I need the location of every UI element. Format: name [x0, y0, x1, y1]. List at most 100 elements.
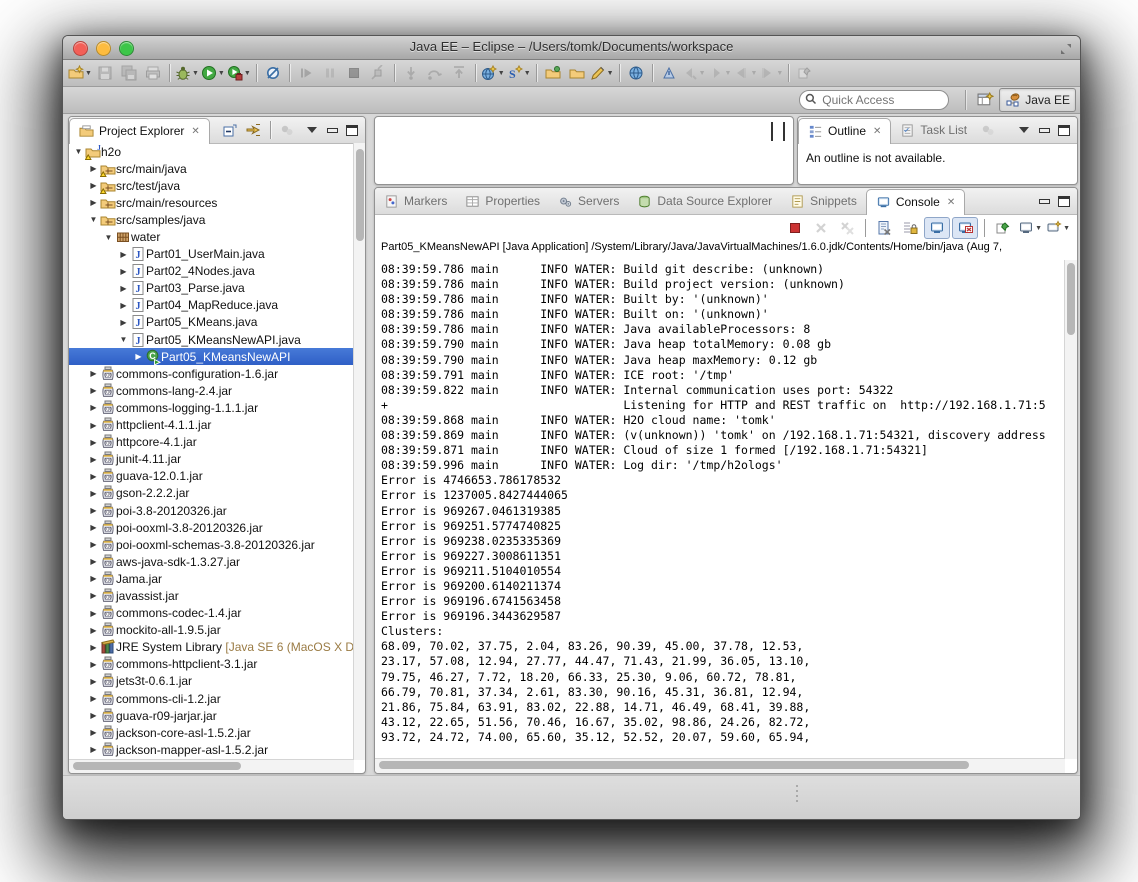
tree-item-commons-codec-1-4-jar[interactable]: ▶ 010 commons-codec-1.4.jar — [69, 605, 354, 622]
open-console-button[interactable]: ▼ — [1045, 216, 1071, 240]
tree-item-jama-jar[interactable]: ▶ 010 Jama.jar — [69, 570, 354, 587]
display-console-button[interactable]: ▼ — [1017, 216, 1043, 240]
view-menu-icon[interactable] — [1015, 121, 1033, 139]
editor-area[interactable] — [374, 116, 794, 185]
fullscreen-icon[interactable] — [1060, 42, 1072, 60]
open-perspective-button[interactable] — [972, 89, 999, 111]
tree-item-part03-parse-java[interactable]: ▶ J Part03_Parse.java — [69, 280, 354, 297]
tab-task-list[interactable]: Task List — [891, 118, 976, 143]
step-over-button[interactable] — [423, 61, 447, 85]
tree-item-src-main-resources[interactable]: ▶ src/main/resources — [69, 194, 354, 211]
remove-launch-button[interactable] — [809, 216, 833, 240]
tree-item-commons-configuration-1-6-jar[interactable]: ▶ 010 commons-configuration-1.6.jar — [69, 365, 354, 382]
tree-item-commons-lang-2-4-jar[interactable]: ▶ 010 commons-lang-2.4.jar — [69, 382, 354, 399]
tree-item-h2o[interactable]: ▼ Jh2o — [69, 143, 354, 160]
collapsed-arrow-icon[interactable]: ▶ — [88, 540, 99, 549]
terminate-button[interactable] — [783, 216, 807, 240]
title-bar[interactable]: Java EE – Eclipse – /Users/tomk/Document… — [63, 36, 1080, 60]
show-stdout-button[interactable] — [924, 217, 951, 239]
project-tree-horizontal-scrollbar[interactable] — [69, 759, 354, 773]
tab-console[interactable]: Console ✕ — [865, 188, 966, 215]
collapsed-arrow-icon[interactable]: ▶ — [88, 609, 99, 618]
link-with-editor-button[interactable] — [242, 118, 266, 142]
collapsed-arrow-icon[interactable]: ▶ — [118, 301, 129, 310]
minimize-editor-icon[interactable] — [771, 122, 773, 141]
tree-item-httpcore-4-1-jar[interactable]: ▶ 010 httpcore-4.1.jar — [69, 434, 354, 451]
new-button[interactable]: ▼ — [67, 61, 93, 85]
tree-item-commons-cli-1-2-jar[interactable]: ▶ 010 commons-cli-1.2.jar — [69, 690, 354, 707]
maximize-view-icon[interactable] — [1055, 192, 1073, 210]
maximize-view-icon[interactable] — [1055, 121, 1073, 139]
collapsed-arrow-icon[interactable]: ▶ — [88, 745, 99, 754]
tab-project-explorer[interactable]: Project Explorer ✕ — [69, 117, 210, 144]
next-annotation-button[interactable]: ▼ — [707, 61, 733, 85]
expanded-arrow-icon[interactable]: ▼ — [118, 335, 129, 344]
console-vertical-scrollbar[interactable] — [1064, 260, 1077, 759]
tree-item-src-test-java[interactable]: ▶ src/test/java — [69, 177, 354, 194]
tree-item-aws-java-sdk-1-3-27-jar[interactable]: ▶ 010 aws-java-sdk-1.3.27.jar — [69, 553, 354, 570]
debug-button[interactable]: ▼ — [174, 61, 200, 85]
show-stderr-button[interactable] — [952, 217, 979, 239]
print-button[interactable] — [141, 61, 165, 85]
collapsed-arrow-icon[interactable]: ▶ — [88, 438, 99, 447]
external-tools-button[interactable]: ▼ — [226, 61, 252, 85]
collapsed-arrow-icon[interactable]: ▶ — [88, 489, 99, 498]
collapsed-arrow-icon[interactable]: ▶ — [88, 728, 99, 737]
collapse-all-button[interactable] — [218, 118, 242, 142]
collapsed-arrow-icon[interactable]: ▶ — [88, 369, 99, 378]
tree-item-jackson-core-asl-1-5-2-jar[interactable]: ▶ 010 jackson-core-asl-1.5.2.jar — [69, 724, 354, 741]
forward-button[interactable]: ▼ — [758, 61, 784, 85]
open-resource-button[interactable] — [541, 61, 565, 85]
sash-grip[interactable] — [796, 785, 798, 802]
collapsed-arrow-icon[interactable]: ▶ — [88, 711, 99, 720]
collapsed-arrow-icon[interactable]: ▶ — [88, 403, 99, 412]
tab-properties[interactable]: Properties — [456, 189, 549, 214]
web-browser-button[interactable] — [624, 61, 648, 85]
tree-item-part05-kmeansnewapi[interactable]: ▶ C Part05_KMeansNewAPI — [69, 348, 354, 366]
run-button[interactable]: ▼ — [200, 61, 226, 85]
tab-markers[interactable]: Markers — [375, 189, 456, 214]
terminate-button[interactable] — [342, 61, 366, 85]
tab-data-source-explorer[interactable]: Data Source Explorer — [628, 189, 781, 214]
remove-all-launches-button[interactable] — [835, 216, 859, 240]
pin-console-button[interactable] — [991, 216, 1015, 240]
perspective-java-ee-button[interactable]: Java EE — [999, 88, 1076, 112]
collapsed-arrow-icon[interactable]: ▶ — [88, 386, 99, 395]
suspend-button[interactable] — [318, 61, 342, 85]
focus-on-active-task-button-2[interactable] — [976, 118, 1000, 142]
collapsed-arrow-icon[interactable]: ▶ — [88, 574, 99, 583]
tree-item-commons-logging-1-1-1-jar[interactable]: ▶ 010 commons-logging-1.1.1.jar — [69, 399, 354, 416]
open-folder-button[interactable] — [565, 61, 589, 85]
collapsed-arrow-icon[interactable]: ▶ — [88, 660, 99, 669]
quick-access-input[interactable] — [799, 90, 950, 110]
tree-item-javassist-jar[interactable]: ▶ 010 javassist.jar — [69, 587, 354, 604]
collapsed-arrow-icon[interactable]: ▶ — [88, 626, 99, 635]
tree-item-part05-kmeansnewapi-java[interactable]: ▼ J Part05_KMeansNewAPI.java — [69, 331, 354, 348]
tree-item-mockito-all-1-9-5-jar[interactable]: ▶ 010 mockito-all-1.9.5.jar — [69, 622, 354, 639]
new-web-wizard-button[interactable]: ▼ — [480, 61, 506, 85]
expanded-arrow-icon[interactable]: ▼ — [103, 233, 114, 242]
minimize-view-icon[interactable] — [1035, 192, 1053, 210]
collapsed-arrow-icon[interactable]: ▶ — [118, 318, 129, 327]
collapsed-arrow-icon[interactable]: ▶ — [88, 164, 99, 173]
collapsed-arrow-icon[interactable]: ▶ — [88, 421, 99, 430]
tree-item-water[interactable]: ▼ water — [69, 228, 354, 245]
tab-servers[interactable]: Servers — [549, 189, 628, 214]
scroll-lock-button[interactable] — [898, 216, 922, 240]
profile-button[interactable] — [657, 61, 681, 85]
close-icon[interactable]: ✕ — [191, 126, 199, 137]
project-tree-vertical-scrollbar[interactable] — [353, 143, 365, 760]
collapsed-arrow-icon[interactable]: ▶ — [133, 352, 144, 361]
save-button[interactable] — [93, 61, 117, 85]
pin-editor-button[interactable] — [793, 61, 817, 85]
close-icon[interactable]: ✕ — [873, 126, 881, 137]
collapsed-arrow-icon[interactable]: ▶ — [88, 472, 99, 481]
tree-item-commons-httpclient-3-1-jar[interactable]: ▶ 010 commons-httpclient-3.1.jar — [69, 656, 354, 673]
expanded-arrow-icon[interactable]: ▼ — [73, 147, 84, 156]
skip-breakpoints-button[interactable] — [261, 61, 285, 85]
clear-console-button[interactable] — [872, 216, 896, 240]
tree-item-httpclient-4-1-1-jar[interactable]: ▶ 010 httpclient-4.1.1.jar — [69, 417, 354, 434]
expanded-arrow-icon[interactable]: ▼ — [88, 215, 99, 224]
tree-item-src-main-java[interactable]: ▶ src/main/java — [69, 160, 354, 177]
collapsed-arrow-icon[interactable]: ▶ — [118, 284, 129, 293]
